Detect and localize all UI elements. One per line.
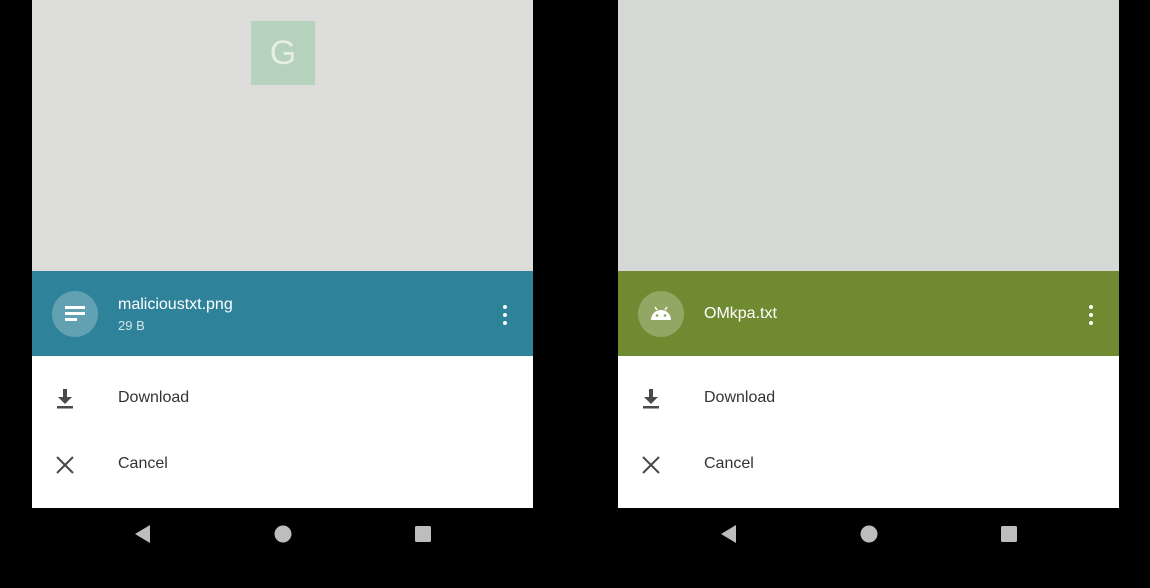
home-circle-icon[interactable] <box>273 524 293 544</box>
android-icon <box>638 291 684 337</box>
cancel-action[interactable]: Cancel <box>32 437 533 493</box>
more-vert-icon[interactable] <box>1083 304 1099 326</box>
back-triangle-icon[interactable] <box>719 524 739 544</box>
phone-screen: OMkpa.txt Download Cancel <box>618 0 1119 508</box>
phone-screen: G malicioustxt.png 29 B Download Cancel <box>32 0 533 508</box>
file-header: malicioustxt.png 29 B <box>32 271 533 356</box>
system-navbar <box>618 508 1119 560</box>
more-vert-icon[interactable] <box>497 304 513 326</box>
right-phone-screenshot: OMkpa.txt Download Cancel <box>586 0 1150 588</box>
download-action[interactable]: Download <box>618 371 1119 427</box>
left-phone-screenshot: G malicioustxt.png 29 B Download Cancel <box>0 0 565 588</box>
back-triangle-icon[interactable] <box>133 524 153 544</box>
file-name: OMkpa.txt <box>704 305 777 322</box>
app-logo: G <box>251 21 315 85</box>
bottom-sheet: Download Cancel <box>618 356 1119 508</box>
text-document-icon <box>52 291 98 337</box>
download-label: Download <box>704 389 776 406</box>
cancel-label: Cancel <box>704 455 754 472</box>
close-icon <box>640 454 662 476</box>
download-action[interactable]: Download <box>32 371 533 427</box>
dimmed-background[interactable] <box>618 0 1119 271</box>
cancel-label: Cancel <box>118 455 168 472</box>
download-icon <box>640 388 662 410</box>
bottom-sheet: Download Cancel <box>32 356 533 508</box>
dimmed-background[interactable]: G <box>32 0 533 271</box>
download-label: Download <box>118 389 190 406</box>
home-circle-icon[interactable] <box>859 524 879 544</box>
download-icon <box>54 388 76 410</box>
file-name: malicioustxt.png <box>118 296 233 313</box>
file-size: 29 B <box>118 318 145 333</box>
recents-square-icon[interactable] <box>413 524 433 544</box>
system-navbar <box>32 508 533 560</box>
close-icon <box>54 454 76 476</box>
cancel-action[interactable]: Cancel <box>618 437 1119 493</box>
file-header: OMkpa.txt <box>618 271 1119 356</box>
recents-square-icon[interactable] <box>999 524 1019 544</box>
